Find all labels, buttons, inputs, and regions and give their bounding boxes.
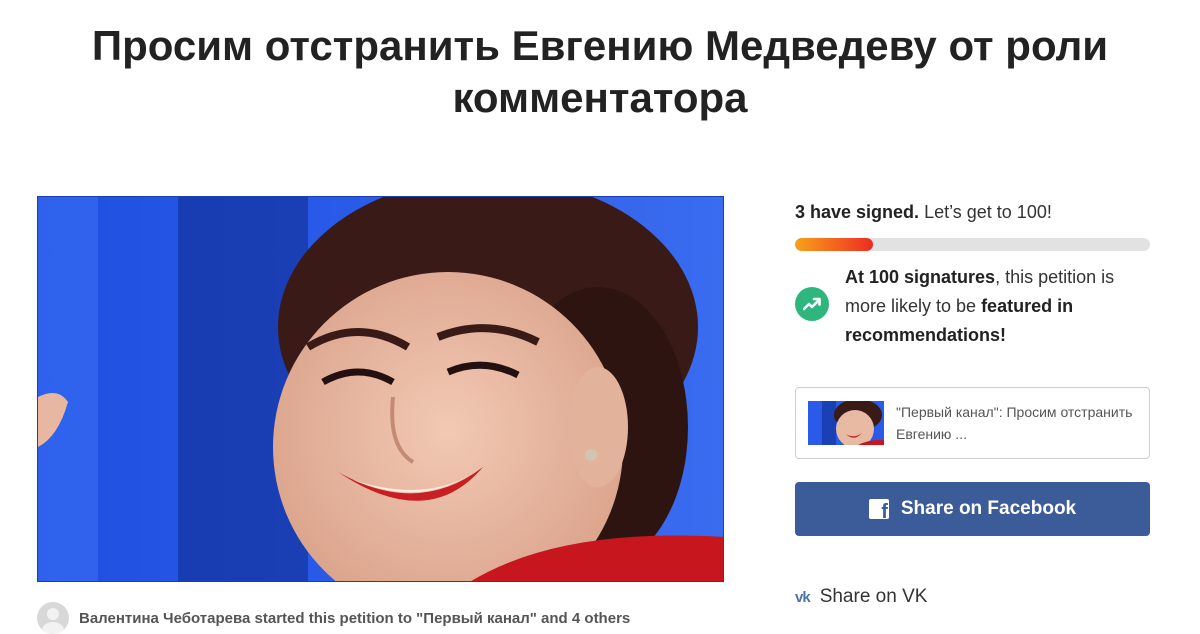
vk-icon: vk (795, 588, 811, 606)
milestone-strong-text: At 100 signatures (845, 267, 996, 287)
facebook-icon: f (868, 499, 889, 522)
avatar-placeholder-icon (37, 602, 69, 634)
share-vk-link[interactable]: vk Share on VK (795, 582, 927, 612)
page-title: Просим отстранить Евгению Медведеву от р… (91, 22, 1109, 121)
petition-photo (37, 196, 724, 582)
share-facebook-button[interactable]: f Share on Facebook (795, 482, 1150, 536)
signature-goal-text: Let’s get to 100! (924, 202, 1052, 222)
signature-progress-fill (795, 238, 874, 251)
share-vk-label: Share on VK (819, 586, 928, 607)
signature-count: 3 have signed. Let’s get to 100! (795, 196, 1150, 228)
petition-author: Валентина Чеботарева started this petiti… (37, 602, 737, 634)
author-line: Валентина Чеботарева started this petiti… (79, 609, 631, 627)
signature-panel: 3 have signed. Let’s get to 100! At 100 … (795, 196, 1150, 350)
signed-count-text: 3 have signed. (795, 202, 920, 222)
milestone-text: At 100 signatures, this petition is more… (845, 263, 1150, 350)
signature-progress-bar (795, 238, 1150, 251)
trend-up-icon (795, 287, 829, 321)
share-preview-thumbnail (808, 401, 884, 445)
share-facebook-label: Share on Facebook (900, 498, 1077, 519)
share-preview-text: "Первый канал": Просим отстранить Евгени… (896, 404, 1133, 442)
milestone-notice: At 100 signatures, this petition is more… (795, 263, 1150, 350)
share-preview-card[interactable]: "Первый канал": Просим отстранить Евгени… (795, 387, 1150, 459)
